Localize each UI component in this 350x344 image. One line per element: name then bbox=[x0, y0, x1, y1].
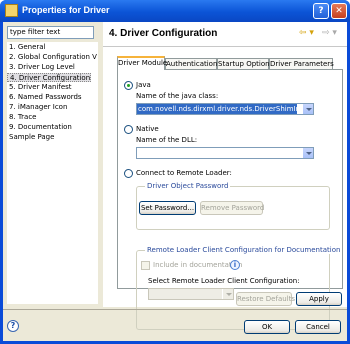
page-tree: 1. General 2. Global Configuration V 3. … bbox=[7, 42, 98, 304]
java-radio[interactable] bbox=[124, 81, 133, 90]
ok-button[interactable]: OK bbox=[244, 320, 290, 334]
tree-item-driver-log-level[interactable]: 3. Driver Log Level bbox=[7, 63, 75, 72]
tree-item-named-passwords[interactable]: 6. Named Passwords bbox=[7, 93, 82, 102]
remote-loader-config-group-title: Remote Loader Client Configuration for D… bbox=[145, 246, 343, 254]
dll-dropdown-icon[interactable] bbox=[302, 148, 313, 158]
back-arrow-icon[interactable]: ⇦ ▾ bbox=[299, 28, 314, 38]
tree-item-trace[interactable]: 8. Trace bbox=[7, 113, 36, 122]
java-class-combo[interactable]: com.novell.nds.dirxml.driver.nds.DriverS… bbox=[136, 103, 314, 115]
tree-item-sample-page[interactable]: Sample Page bbox=[7, 133, 54, 142]
property-page: 4. Driver Configuration ⇦ ▾ ⇨ ▾ Driver M… bbox=[103, 22, 347, 330]
help-icon[interactable]: ? bbox=[7, 320, 19, 332]
remove-password-button[interactable]: Remove Password bbox=[200, 201, 264, 215]
help-title-button[interactable]: ? bbox=[313, 3, 329, 19]
tab-driver-parameters[interactable]: Driver Parameters bbox=[269, 58, 334, 69]
title-separator bbox=[103, 46, 347, 47]
restore-defaults-button[interactable]: Restore Defaults bbox=[236, 292, 295, 306]
native-label: Native bbox=[136, 125, 159, 133]
remote-loader-radio[interactable] bbox=[124, 169, 133, 178]
tree-item-general[interactable]: 1. General bbox=[7, 43, 46, 52]
remote-loader-config-dropdown-icon[interactable] bbox=[222, 289, 233, 299]
java-label: Java bbox=[136, 81, 151, 89]
include-documentation-checkbox[interactable] bbox=[141, 261, 150, 270]
remote-loader-label: Connect to Remote Loader: bbox=[136, 169, 232, 177]
tab-startup-option[interactable]: Startup Option bbox=[217, 58, 270, 69]
tab-authentication[interactable]: Authentication bbox=[165, 58, 217, 69]
info-icon: i bbox=[230, 260, 240, 270]
driver-password-group-title: Driver Object Password bbox=[145, 182, 231, 190]
close-button[interactable]: ✕ bbox=[331, 3, 347, 19]
dll-label: Name of the DLL: bbox=[136, 136, 198, 144]
java-class-label: Name of the java class: bbox=[136, 92, 219, 100]
remote-loader-config-combo[interactable] bbox=[148, 288, 234, 300]
window-title: Properties for Driver bbox=[22, 5, 110, 15]
include-documentation-label: Include in documentation bbox=[153, 261, 243, 269]
footer-separator bbox=[3, 309, 347, 310]
dll-combo[interactable] bbox=[136, 147, 314, 159]
title-bar[interactable]: Properties for Driver ? ✕ bbox=[0, 0, 350, 22]
java-class-dropdown-icon[interactable] bbox=[302, 104, 313, 114]
select-config-label: Select Remote Loader Client Configuratio… bbox=[148, 277, 300, 285]
tree-item-driver-manifest[interactable]: 5. Driver Manifest bbox=[7, 83, 72, 92]
driver-password-group: Driver Object Password Set Password... R… bbox=[136, 182, 330, 230]
apply-button[interactable]: Apply bbox=[296, 292, 342, 306]
driver-module-panel: Java Name of the java class: com.novell.… bbox=[117, 69, 343, 330]
dialog-client: type filter text 1. General 2. Global Co… bbox=[3, 22, 347, 341]
native-radio[interactable] bbox=[124, 125, 133, 134]
pane-sash[interactable] bbox=[99, 22, 102, 307]
filter-input[interactable]: type filter text bbox=[7, 26, 94, 39]
page-title: 4. Driver Configuration bbox=[109, 28, 218, 39]
tree-item-documentation[interactable]: 9. Documentation bbox=[7, 123, 72, 132]
dialog-window: Properties for Driver ? ✕ type filter te… bbox=[0, 0, 350, 344]
app-icon bbox=[5, 4, 18, 17]
java-class-value: com.novell.nds.dirxml.driver.nds.DriverS… bbox=[137, 104, 297, 114]
tab-driver-module[interactable]: Driver Module bbox=[117, 56, 167, 70]
remote-loader-config-group: Remote Loader Client Configuration for D… bbox=[136, 246, 343, 330]
tree-item-global-configuration[interactable]: 2. Global Configuration V bbox=[7, 53, 97, 62]
cancel-button[interactable]: Cancel bbox=[295, 320, 341, 334]
tree-item-imanager-icon[interactable]: 7. iManager Icon bbox=[7, 103, 67, 112]
forward-arrow-icon[interactable]: ⇨ ▾ bbox=[322, 28, 337, 38]
tree-item-driver-configuration[interactable]: 4. Driver Configuration bbox=[7, 73, 92, 82]
set-password-button[interactable]: Set Password... bbox=[139, 201, 196, 215]
